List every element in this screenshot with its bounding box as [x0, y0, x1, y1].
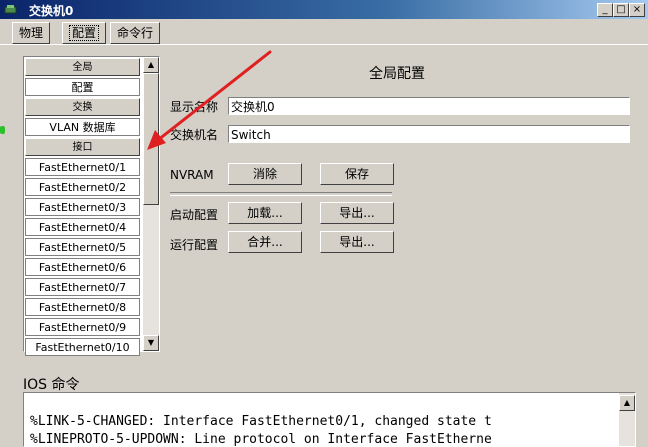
annotation-arrow-icon [147, 50, 272, 150]
